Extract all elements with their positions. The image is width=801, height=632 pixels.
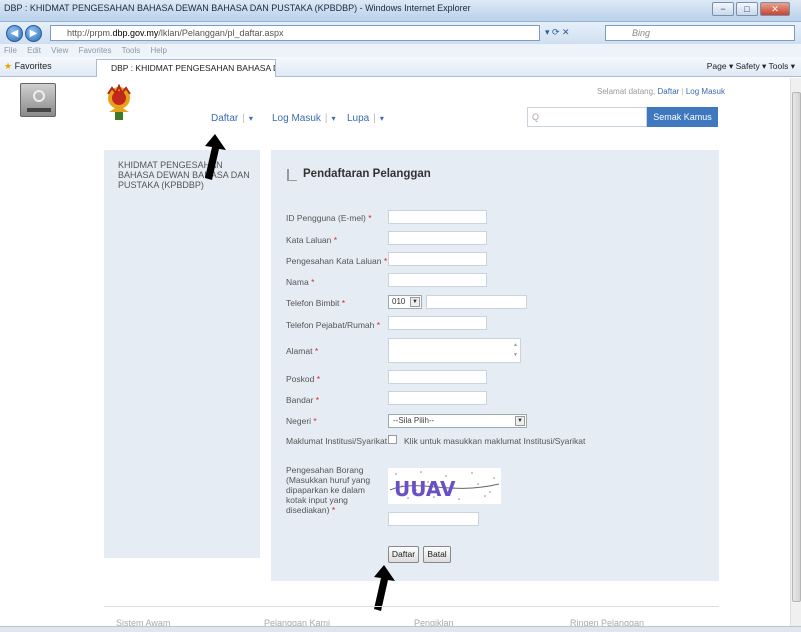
window-title: DBP : KHIDMAT PENGESAHAN BAHASA DEWAN BA…	[4, 3, 471, 13]
close-button[interactable]: ✕	[760, 2, 790, 16]
daftar-button[interactable]: Daftar	[388, 546, 419, 563]
footer-divider	[104, 606, 719, 607]
nav-daftar-label: Daftar	[211, 113, 239, 124]
captcha-input[interactable]	[388, 512, 479, 526]
menu-view[interactable]: View	[51, 46, 68, 55]
left-panel-title: KHIDMAT PENGESAHAN BAHASA DEWAN BAHASA D…	[118, 160, 250, 190]
semak-kamus-button[interactable]: Semak Kamus	[647, 107, 718, 127]
label-telefon-pejabat: Telefon Pejabat/Rumah *	[286, 320, 381, 330]
url-domain: dbp.gov.my	[112, 28, 159, 38]
minimize-button[interactable]: −	[712, 2, 734, 16]
chevron-down-icon: ▼	[410, 297, 420, 307]
institution-checkbox-label: Klik untuk masukkan maklumat Institusi/S…	[404, 436, 586, 446]
office-phone-field[interactable]	[388, 316, 487, 330]
welcome-label: Selamat datang,	[597, 87, 656, 96]
confirm-password-field[interactable]	[388, 252, 487, 266]
search-icon: Q	[532, 112, 540, 122]
captcha-text: UUAV	[394, 477, 456, 501]
institution-checkbox[interactable]	[388, 435, 397, 444]
page-scrollbar[interactable]	[790, 78, 801, 626]
menu-edit[interactable]: Edit	[27, 46, 41, 55]
textarea-scrollbar[interactable]: ▲ ▼	[512, 340, 519, 361]
label-id-pengguna: ID Pengguna (E-mel) *	[286, 213, 372, 223]
favorites-button[interactable]: ★ Favorites	[4, 61, 52, 72]
menu-file[interactable]: File	[4, 46, 17, 55]
label-nama: Nama *	[286, 277, 315, 287]
safe-icon	[20, 83, 56, 117]
chevron-down-icon: ▾	[331, 114, 336, 123]
url-prefix: http://prpm.	[67, 28, 113, 38]
postcode-field[interactable]	[388, 370, 487, 384]
left-panel: KHIDMAT PENGESAHAN BAHASA DEWAN BAHASA D…	[104, 150, 260, 558]
label-negeri: Negeri *	[286, 416, 317, 426]
scrollbar-thumb[interactable]	[792, 92, 801, 602]
name-field[interactable]	[388, 273, 487, 287]
browser-tab[interactable]: DBP : KHIDMAT PENGESAHAN BAHASA DEWAN ..…	[96, 59, 276, 77]
chevron-down-icon: ▾	[379, 114, 384, 123]
nav-lupa-label: Lupa	[347, 113, 370, 124]
nav-log-masuk-label: Log Masuk	[272, 113, 321, 124]
welcome-text: Selamat datang, Daftar | Log Masuk	[597, 87, 725, 96]
captcha-image: UUAV	[388, 468, 501, 504]
star-icon: ★	[4, 61, 13, 71]
dbp-logo	[107, 84, 131, 120]
label-maklumat-institusi: Maklumat Institusi/Syarikat	[286, 436, 388, 446]
annotation-arrow-up-icon	[374, 565, 395, 611]
captcha-label: Pengesahan Borang (Masukkan huruf yang d…	[286, 465, 371, 515]
search-input[interactable]: Bing	[605, 25, 795, 41]
chevron-down-icon: ▾	[248, 114, 253, 123]
forward-icon[interactable]: ▶	[25, 25, 42, 42]
menu-favorites[interactable]: Favorites	[79, 46, 112, 55]
nav-daftar[interactable]: Daftar | ▾	[211, 113, 253, 124]
status-bar	[0, 626, 801, 632]
url-field[interactable]: http://prpm.dbp.gov.my/lklan/Pelanggan/p…	[50, 25, 540, 41]
favorites-label: Favorites	[14, 61, 52, 71]
state-select-value: --Sila Pilih--	[393, 416, 435, 425]
url-path: /lklan/Pelanggan/pl_daftar.aspx	[158, 28, 284, 38]
password-field[interactable]	[388, 231, 487, 245]
nav-lupa[interactable]: Lupa | ▾	[347, 113, 384, 124]
maximize-button[interactable]: □	[736, 2, 758, 16]
menu-bar: File Edit View Favorites Tools Help	[0, 44, 801, 57]
label-poskod: Poskod *	[286, 374, 321, 384]
city-field[interactable]	[388, 391, 487, 405]
phone-prefix-select[interactable]: 010 ▼	[388, 295, 422, 309]
email-field[interactable]	[388, 210, 487, 224]
chevron-down-icon: ▼	[515, 416, 525, 426]
address-textarea[interactable]: ▲ ▼	[388, 338, 521, 363]
back-icon[interactable]: ◀	[6, 25, 23, 42]
label-pengesahan-kata-laluan: Pengesahan Kata Laluan *	[286, 256, 388, 266]
nav-log-masuk[interactable]: Log Masuk | ▾	[272, 113, 336, 124]
mobile-phone-field[interactable]	[426, 295, 527, 309]
batal-button[interactable]: Batal	[423, 546, 451, 563]
menu-tools[interactable]: Tools	[122, 46, 141, 55]
form-title: Pendaftaran Pelanggan	[303, 168, 431, 180]
label-telefon-bimbit: Telefon Bimbit *	[286, 298, 346, 308]
refresh-icon[interactable]: ▾ ⟳ ✕	[545, 27, 570, 38]
state-select[interactable]: --Sila Pilih-- ▼	[388, 414, 527, 428]
label-kata-laluan: Kata Laluan *	[286, 235, 338, 245]
label-bandar: Bandar *	[286, 395, 320, 405]
welcome-log-masuk-link[interactable]: Log Masuk	[686, 87, 725, 96]
label-alamat: Alamat *	[286, 346, 319, 356]
kamus-search-input[interactable]: Q	[527, 107, 647, 127]
command-bar[interactable]: Page ▾ Safety ▾ Tools ▾	[707, 61, 795, 72]
menu-help[interactable]: Help	[151, 46, 167, 55]
welcome-daftar-link[interactable]: Daftar	[658, 87, 680, 96]
form-icon	[287, 169, 297, 181]
window-titlebar: DBP : KHIDMAT PENGESAHAN BAHASA DEWAN BA…	[0, 0, 801, 22]
phone-prefix-value: 010	[392, 297, 406, 306]
annotation-arrow-up-icon	[205, 134, 226, 180]
